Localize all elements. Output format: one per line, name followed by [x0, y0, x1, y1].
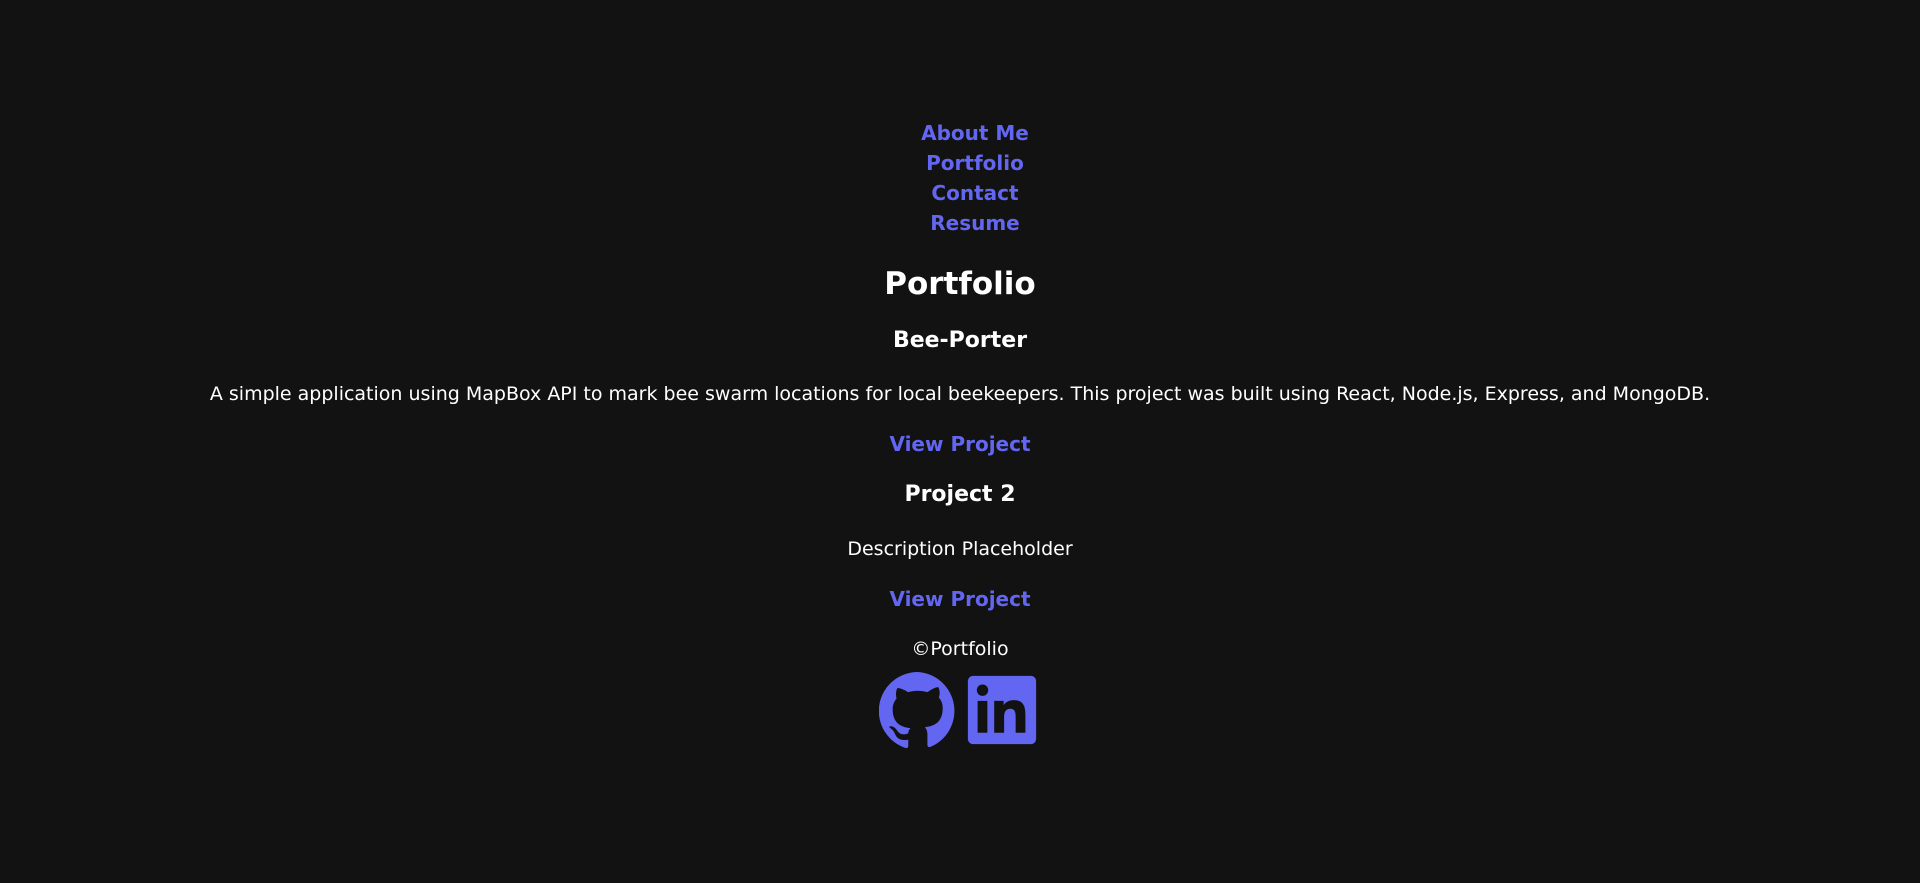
main-nav: About Me Portfolio Contact Resume: [0, 118, 1920, 238]
view-project-link[interactable]: View Project: [889, 585, 1030, 613]
view-project-link[interactable]: View Project: [889, 430, 1030, 458]
project-card-bee-porter: Bee-Porter A simple application using Ma…: [0, 326, 1920, 458]
project-description: A simple application using MapBox API to…: [209, 383, 1711, 405]
nav-link-contact[interactable]: Contact: [30, 178, 1920, 208]
nav-link-about-me[interactable]: About Me: [30, 118, 1920, 148]
footer: ©Portfolio: [0, 635, 1920, 749]
portfolio-section: Portfolio Bee-Porter A simple applicatio…: [0, 262, 1920, 749]
footer-copyright: ©Portfolio: [911, 638, 1009, 660]
linkedin-icon[interactable]: [963, 671, 1041, 749]
project-card-project-2: Project 2 Description Placeholder View P…: [0, 480, 1920, 613]
nav-link-resume[interactable]: Resume: [30, 208, 1920, 238]
project-title: Project 2: [904, 482, 1016, 507]
nav-link-portfolio[interactable]: Portfolio: [30, 148, 1920, 178]
page-title: Portfolio: [884, 266, 1036, 302]
project-description: Description Placeholder: [847, 538, 1073, 560]
github-icon[interactable]: [879, 671, 957, 749]
social-links: [0, 671, 1920, 749]
project-title: Bee-Porter: [892, 328, 1028, 353]
